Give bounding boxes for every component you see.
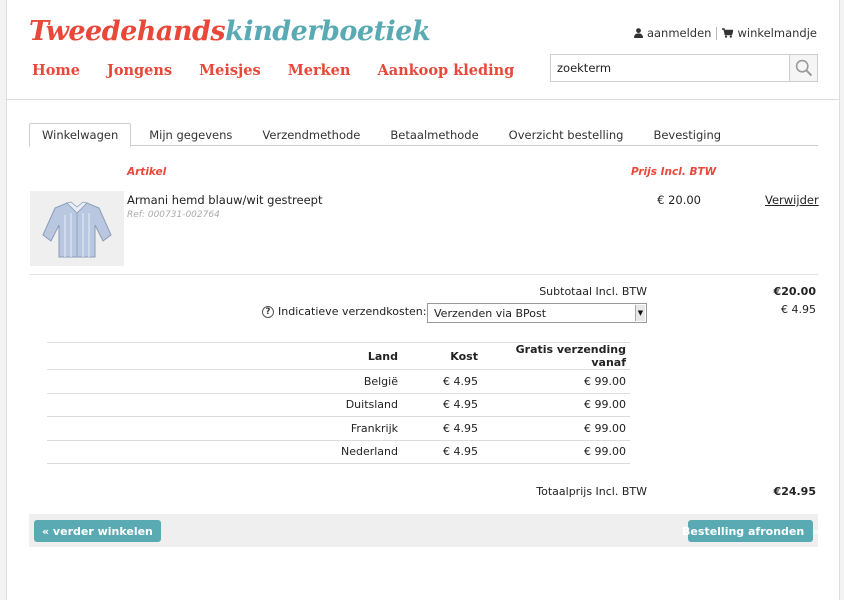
cell-free-from: € 99.00	[482, 392, 630, 417]
shipping-cost-table: Land Kost Gratis verzending vanaf België…	[47, 342, 630, 464]
search-button[interactable]	[789, 55, 817, 81]
nav-merken[interactable]: Merken	[288, 62, 351, 79]
site-logo[interactable]: Tweedehandskinderboetiek	[29, 16, 431, 47]
tab-betaalmethode[interactable]: Betaalmethode	[378, 123, 490, 146]
cart-label: winkelmandje	[737, 26, 817, 40]
table-row: Nederland € 4.95 € 99.00	[47, 439, 630, 464]
header-land: Land	[47, 342, 402, 370]
cell-country: Nederland	[47, 439, 402, 464]
tab-bevestiging[interactable]: Bevestiging	[641, 123, 733, 146]
cell-free-from: € 99.00	[482, 369, 630, 393]
user-icon	[633, 28, 643, 38]
tab-winkelwagen[interactable]: Winkelwagen	[29, 123, 132, 147]
shipping-cost-label: Indicatieve verzendkosten:	[278, 305, 427, 318]
checkout-button[interactable]: Bestelling afronden »	[682, 520, 819, 542]
top-nav-divider	[716, 26, 718, 40]
header-divider	[7, 99, 839, 100]
product-ref: Ref: 000731-002764	[127, 210, 220, 220]
shirt-image	[42, 201, 112, 257]
shipping-cost-label-group: ? Indicatieve verzendkosten:	[262, 305, 426, 318]
cell-country: Frankrijk	[47, 416, 402, 440]
logo-part1: Tweedehands	[29, 16, 226, 47]
cart-divider	[29, 274, 818, 275]
header-free-shipping: Gratis verzending vanaf	[482, 342, 630, 370]
nav-aankoop-kleding[interactable]: Aankoop kleding	[377, 62, 514, 79]
subtotal-value: €20.00	[773, 285, 816, 298]
header-kost: Kost	[402, 342, 482, 370]
remove-item-link[interactable]: Verwijder	[765, 193, 819, 207]
tab-overzicht-bestelling[interactable]: Overzicht bestelling	[497, 123, 636, 146]
help-icon[interactable]: ?	[262, 305, 274, 318]
cart-link[interactable]: winkelmandje	[722, 26, 817, 40]
page: Tweedehandskinderboetiek aanmelden winke…	[6, 0, 840, 600]
cell-cost: € 4.95	[402, 392, 482, 417]
shipping-method-value: Verzenden via BPost	[434, 306, 547, 320]
main-nav: Home Jongens Meisjes Merken Aankoop kled…	[32, 62, 514, 79]
nav-home[interactable]: Home	[32, 62, 80, 79]
cell-free-from: € 99.00	[482, 439, 630, 464]
tab-verzendmethode[interactable]: Verzendmethode	[250, 123, 372, 146]
logo-part2: kinderboetiek	[225, 16, 431, 47]
search-input[interactable]	[551, 55, 789, 81]
tab-mijn-gegevens[interactable]: Mijn gegevens	[137, 123, 244, 146]
continue-shopping-button[interactable]: « verder winkelen	[34, 520, 161, 542]
shipping-cost-value: € 4.95	[781, 303, 816, 316]
cell-country: België	[47, 369, 402, 393]
login-link[interactable]: aanmelden	[633, 26, 712, 40]
nav-meisjes[interactable]: Meisjes	[199, 62, 261, 79]
cell-cost: € 4.95	[402, 369, 482, 393]
cell-cost: € 4.95	[402, 439, 482, 464]
search-box	[550, 54, 818, 82]
table-row: België € 4.95 € 99.00	[47, 369, 630, 393]
product-name[interactable]: Armani hemd blauw/wit gestreept	[127, 193, 323, 207]
product-price: € 20.00	[657, 193, 701, 207]
login-label: aanmelden	[646, 26, 712, 40]
cell-cost: € 4.95	[402, 416, 482, 440]
table-row: Frankrijk € 4.95 € 99.00	[47, 416, 630, 440]
chevron-down-icon: ▼	[635, 305, 645, 321]
total-label: Totaalprijs Incl. BTW	[536, 485, 647, 498]
top-nav: aanmelden winkelmandje	[633, 26, 817, 40]
checkout-steps: Winkelwagen Mijn gegevens Verzendmethode…	[29, 123, 818, 147]
total-value: €24.95	[773, 485, 816, 498]
search-icon	[795, 59, 812, 77]
product-image[interactable]	[30, 191, 124, 266]
shipping-method-select[interactable]: Verzenden via BPost ▼	[427, 303, 647, 323]
nav-jongens[interactable]: Jongens	[107, 62, 172, 79]
cart-icon	[722, 28, 734, 38]
column-header-price: Prijs Incl. BTW	[631, 166, 717, 178]
subtotal-label: Subtotaal Incl. BTW	[539, 285, 647, 298]
column-header-article: Artikel	[127, 166, 167, 178]
cell-country: Duitsland	[47, 392, 402, 417]
table-header-row: Land Kost Gratis verzending vanaf	[47, 342, 630, 370]
table-row: Duitsland € 4.95 € 99.00	[47, 392, 630, 417]
cell-free-from: € 99.00	[482, 416, 630, 440]
